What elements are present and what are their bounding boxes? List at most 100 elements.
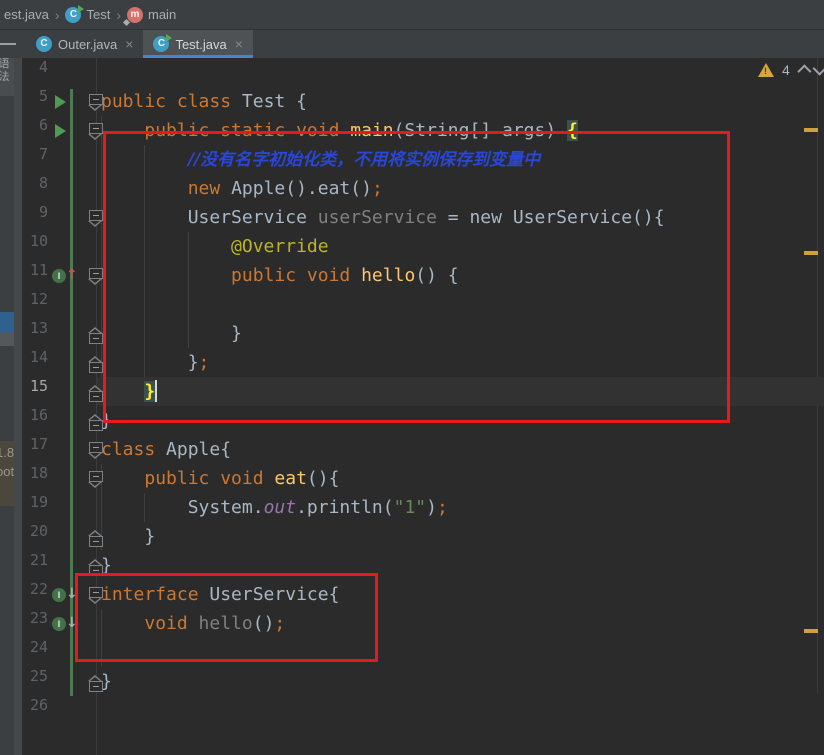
fold-region-end-icon[interactable] xyxy=(88,353,104,373)
line-number[interactable]: 11 xyxy=(22,261,48,290)
code-token: public void xyxy=(144,468,275,489)
breadcrumb-separator-icon: › xyxy=(54,6,60,23)
fold-region-start-icon[interactable] xyxy=(88,92,104,112)
line-number[interactable]: 7 xyxy=(22,145,48,174)
line-number[interactable]: 25 xyxy=(22,667,48,696)
code-line-text: class Apple{ xyxy=(101,435,231,464)
line-number[interactable]: 8 xyxy=(22,174,48,203)
warning-count: 4 xyxy=(782,62,790,78)
line-number[interactable]: 18 xyxy=(22,464,48,493)
error-stripe-mark[interactable] xyxy=(804,251,818,255)
implement-icon[interactable]: I xyxy=(52,588,66,602)
fold-region-end-icon[interactable] xyxy=(88,324,104,344)
line-number[interactable]: 10 xyxy=(22,232,48,261)
code-token: eat xyxy=(274,468,307,489)
fold-region-end-icon[interactable] xyxy=(88,411,104,431)
line-number[interactable]: 12 xyxy=(22,290,48,319)
panel-splitter[interactable] xyxy=(14,58,22,755)
line-number[interactable]: 24 xyxy=(22,638,48,667)
stripe-marker-blue xyxy=(0,312,14,333)
code-line-text: public void eat(){ xyxy=(101,464,339,493)
code-token: out xyxy=(263,497,297,518)
line-number[interactable]: 26 xyxy=(22,696,48,725)
fold-region-start-icon[interactable] xyxy=(88,208,104,228)
next-warning-chevron-icon[interactable] xyxy=(812,61,824,76)
line-number[interactable]: 20 xyxy=(22,522,48,551)
line-number[interactable]: 4 xyxy=(22,58,48,87)
breadcrumb-item[interactable]: C Test xyxy=(65,4,111,23)
editor-tab[interactable]: C Test.java × xyxy=(143,30,253,58)
line-number[interactable]: 23 xyxy=(22,609,48,638)
code-line-text: } xyxy=(101,522,155,551)
line-number[interactable]: 21 xyxy=(22,551,48,580)
line-number[interactable]: 6 xyxy=(22,116,48,145)
splitter-handle-icon[interactable] xyxy=(0,43,16,45)
line-number[interactable]: 19 xyxy=(22,493,48,522)
error-stripe-mark[interactable] xyxy=(804,128,818,132)
code-line[interactable]: 26 xyxy=(22,696,824,725)
code-line[interactable]: 5 public class Test { xyxy=(22,87,824,116)
implement-icon[interactable]: I xyxy=(52,269,66,283)
code-line[interactable]: 18 public void eat(){ xyxy=(22,464,824,493)
line-number[interactable]: 9 xyxy=(22,203,48,232)
run-button-icon[interactable] xyxy=(55,124,66,138)
tab-close-icon[interactable]: × xyxy=(235,37,243,51)
tab-list: C Outer.java × C Test.java × xyxy=(26,30,253,58)
code-token: .println( xyxy=(296,497,394,518)
fold-region-start-icon[interactable] xyxy=(88,121,104,141)
previous-warning-chevron-icon[interactable] xyxy=(797,64,812,79)
code-line[interactable]: 25} xyxy=(22,667,824,696)
visibility-diamond-icon xyxy=(122,18,131,26)
editor-tab[interactable]: C Outer.java × xyxy=(26,30,143,58)
breadcrumb-item[interactable]: est.java xyxy=(4,7,49,22)
gutter-icon-slot xyxy=(52,94,78,110)
breadcrumb-item-label: Test xyxy=(86,7,111,22)
fold-region-start-icon[interactable] xyxy=(88,469,104,489)
editor-tab-bar: C Outer.java × C Test.java × xyxy=(0,30,824,58)
line-number[interactable]: 16 xyxy=(22,406,48,435)
line-number[interactable]: 15 xyxy=(22,377,48,406)
run-button-icon[interactable] xyxy=(55,95,66,109)
code-token: Test { xyxy=(241,91,307,112)
line-number[interactable]: 22 xyxy=(22,580,48,609)
line-number[interactable]: 14 xyxy=(22,348,48,377)
tab-label: Outer.java xyxy=(58,36,118,52)
class-icon: C xyxy=(65,4,85,23)
breadcrumb-item-label: est.java xyxy=(4,7,49,22)
class-icon: C xyxy=(153,34,173,52)
fold-region-end-icon[interactable] xyxy=(88,527,104,547)
tab-close-icon[interactable]: × xyxy=(125,37,133,51)
code-line[interactable]: 4 xyxy=(22,58,824,87)
implement-icon[interactable]: I xyxy=(52,617,66,631)
error-stripe-mark[interactable] xyxy=(804,629,818,633)
code-line[interactable]: 17 class Apple{ xyxy=(22,435,824,464)
code-token: } xyxy=(101,526,156,547)
ide-window: est.java › C Test › m main C Outer.java × C Test.j… xyxy=(0,0,824,755)
fold-region-end-icon[interactable] xyxy=(88,382,104,402)
line-number[interactable]: 17 xyxy=(22,435,48,464)
annotation-red-rectangle xyxy=(75,573,378,662)
breadcrumb-separator-icon: › xyxy=(116,6,121,23)
implements-up-arrow-icon[interactable]: ↑ xyxy=(66,266,78,284)
code-line[interactable]: 20 } xyxy=(22,522,824,551)
breadcrumb: est.java › C Test › m main xyxy=(0,0,824,30)
code-token: (){ xyxy=(306,468,340,489)
tool-window-button[interactable]: 语法 xyxy=(0,58,14,96)
code-token: ; xyxy=(436,497,448,518)
left-tool-window-stripe: 语法 1.8 oot xyxy=(0,58,22,755)
line-number[interactable]: 5 xyxy=(22,87,48,116)
inspections-widget[interactable]: ! 4 xyxy=(758,61,824,79)
code-token: public class xyxy=(101,91,242,112)
line-number[interactable]: 13 xyxy=(22,319,48,348)
method-icon: m xyxy=(122,6,143,26)
fold-region-end-icon[interactable] xyxy=(88,672,104,692)
breadcrumb-item[interactable]: m main xyxy=(122,6,176,26)
fold-region-start-icon[interactable] xyxy=(88,266,104,286)
runnable-overlay-icon xyxy=(78,4,85,13)
code-line-text: System.out.println("1"); xyxy=(101,493,448,522)
code-line[interactable]: 19 System.out.println("1"); xyxy=(22,493,824,522)
code-token: "1" xyxy=(393,497,427,518)
code-line-text: public class Test { xyxy=(101,87,307,116)
fold-region-start-icon[interactable] xyxy=(88,440,104,460)
